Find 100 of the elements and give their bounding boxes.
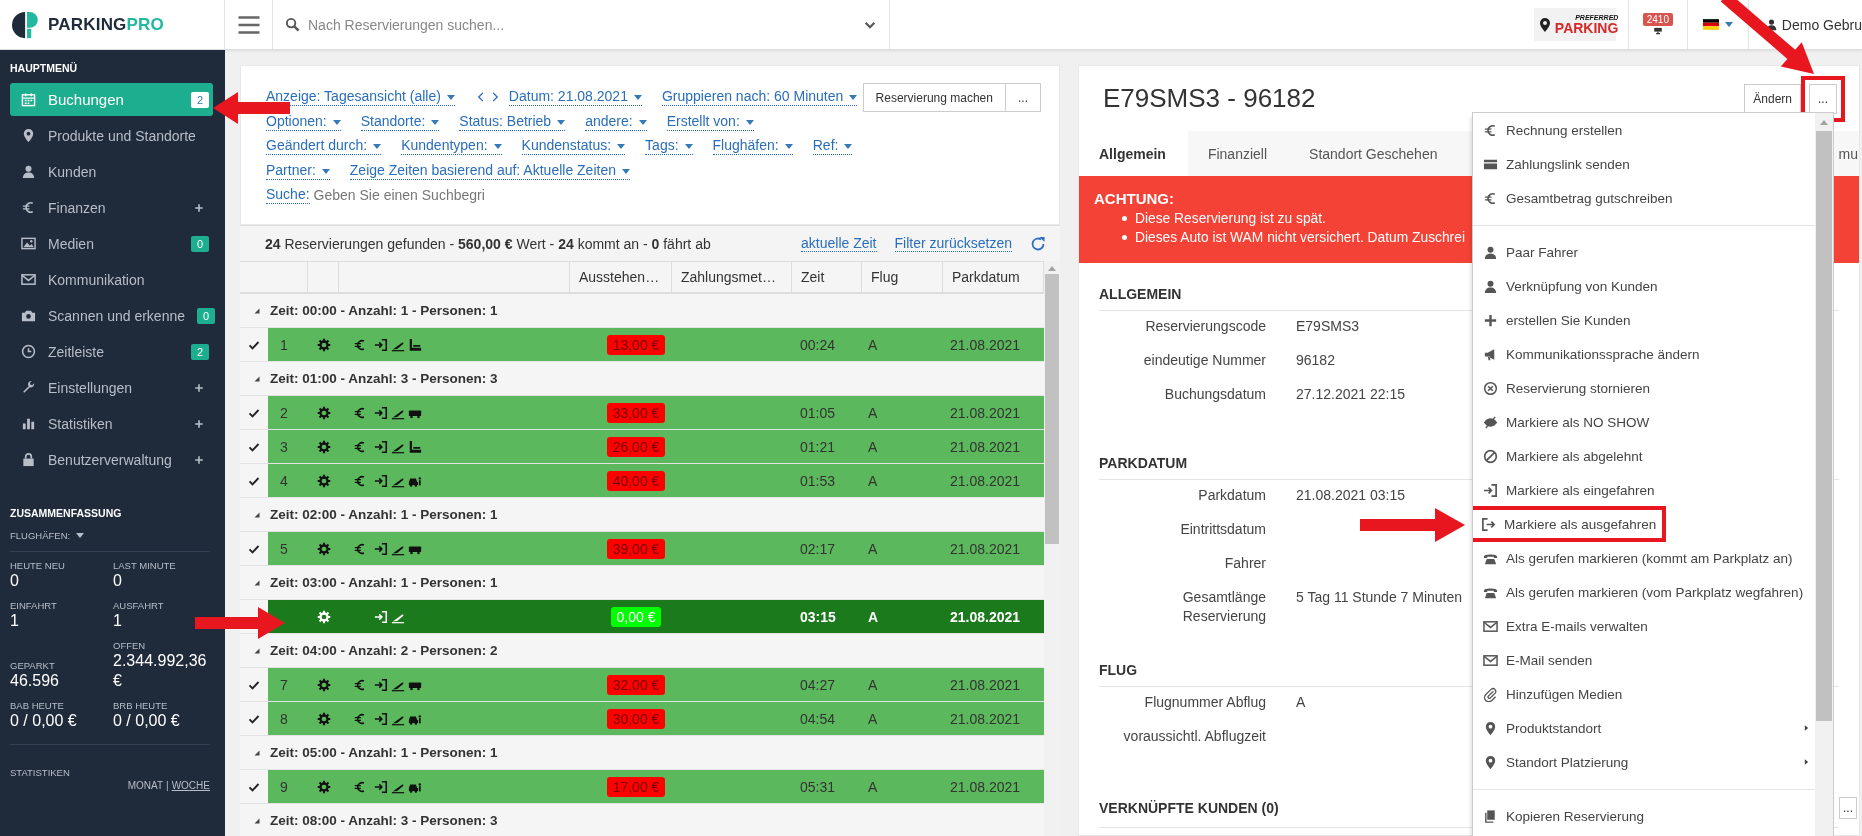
airport-filter[interactable]: FLUGHÄFEN:: [10, 530, 71, 541]
menu-item[interactable]: Extra E-mails verwalten: [1473, 609, 1815, 643]
filter-dropdown[interactable]: Kundentypen:: [401, 137, 502, 156]
sidebar-item[interactable]: Medien 0: [10, 227, 213, 260]
sidebar-item[interactable]: Statistiken: [10, 407, 213, 440]
menu-item[interactable]: Markiere als ausgefahren: [1473, 510, 1661, 538]
menu-item[interactable]: Kommunikationssprache ändern: [1473, 337, 1815, 371]
edit-button[interactable]: Ändern: [1744, 83, 1801, 114]
sidebar-label: Medien: [48, 235, 95, 252]
menu-item[interactable]: erstellen Sie Kunden: [1473, 303, 1815, 337]
settings-icon[interactable]: [316, 541, 331, 556]
menu-item[interactable]: Produktstandort: [1473, 711, 1815, 745]
more-button[interactable]: ...: [1809, 83, 1837, 114]
reservation-row[interactable]: 7 32,00 € 04:27 A 21.08.2021: [268, 668, 1044, 701]
filter-dropdown[interactable]: Erstellt von:: [666, 112, 754, 131]
sidebar-label: Produkte und Standorte: [48, 127, 197, 144]
menu-item[interactable]: Markiere als NO SHOW: [1473, 405, 1815, 439]
menu-item[interactable]: Kopieren Reservierung: [1473, 799, 1815, 833]
search-field[interactable]: Nach Reservierungen suchen...: [306, 15, 857, 34]
tab[interactable]: Allgemein: [1079, 131, 1188, 176]
menu-item[interactable]: Rechnung erstellen: [1473, 113, 1815, 147]
sidebar-item[interactable]: Finanzen: [10, 191, 213, 224]
menu-item[interactable]: Verknüpfung von Kunden: [1473, 269, 1815, 303]
filter-dropdown[interactable]: Gruppieren nach: 60 Minuten: [661, 88, 858, 107]
menu-item[interactable]: Markiere als eingefahren: [1473, 473, 1815, 507]
more-button[interactable]: ...: [1839, 797, 1857, 819]
settings-icon[interactable]: [316, 677, 331, 692]
menu-item[interactable]: Standort Platzierung: [1473, 745, 1815, 779]
filter-dropdown[interactable]: Datum: 21.08.2021: [508, 88, 642, 107]
filter-dropdown[interactable]: andere:: [585, 112, 647, 131]
filter-dropdown[interactable]: Zeige Zeiten basierend auf: Aktuelle Zeiten: [349, 161, 630, 180]
menu-item[interactable]: Zahlungslink senden: [1473, 147, 1815, 181]
text-link[interactable]: Filter zurücksetzen: [894, 235, 1012, 252]
menu-item[interactable]: Markiere als abgelehnt: [1473, 439, 1815, 473]
sidebar-item[interactable]: Benutzerverwaltung: [10, 443, 213, 476]
menu-item[interactable]: Paar Fahrer: [1473, 235, 1815, 269]
menu-item[interactable]: E-Mail senden: [1473, 643, 1815, 677]
period-link[interactable]: MONAT: [127, 779, 164, 791]
tab[interactable]: Standort Geschehen: [1289, 131, 1460, 176]
sidebar-item[interactable]: Zeitleiste 2: [10, 335, 213, 368]
tab[interactable]: Finanziell: [1187, 131, 1290, 176]
notification-badge[interactable]: 2410: [1642, 13, 1673, 26]
user-name[interactable]: Demo Gebru: [1781, 16, 1862, 33]
filter-dropdown[interactable]: Tags:: [645, 137, 693, 156]
alert-message: Diese Reservierung ist zu spät.: [1135, 210, 1326, 228]
sidebar-item[interactable]: Einstellungen: [10, 371, 213, 404]
sign-in-icon: [374, 473, 388, 488]
tab[interactable]: mu: [1838, 131, 1859, 176]
filter-dropdown[interactable]: Status: Betrieb: [459, 112, 566, 131]
german-flag-icon[interactable]: [1702, 19, 1719, 30]
amount-badge: 13,00 €: [606, 334, 666, 355]
filter-dropdown[interactable]: Standorte:: [360, 112, 440, 131]
filter-dropdown[interactable]: Geändert durch:: [266, 137, 382, 156]
sign-in-icon: [1483, 482, 1498, 498]
sidebar-item[interactable]: Buchungen 2: [10, 83, 213, 116]
text-link[interactable]: aktuelle Zeit: [801, 235, 877, 252]
settings-icon[interactable]: [316, 711, 331, 726]
column-header[interactable]: Zeit: [792, 262, 862, 292]
scrollbar[interactable]: [1815, 113, 1833, 836]
sidebar-item[interactable]: Kunden: [10, 155, 213, 188]
menu-item[interactable]: Als gerufen markieren (kommt am Parkplatz an): [1473, 541, 1815, 575]
euro-icon: [353, 779, 367, 794]
reservation-row[interactable]: 3 26,00 € 01:21 A 21.08.2021: [268, 430, 1044, 463]
search-icon: [285, 17, 300, 32]
settings-icon[interactable]: [316, 439, 331, 454]
reservation-row[interactable]: 8 30,00 € 04:54 A 21.08.2021: [268, 702, 1044, 735]
reservation-row[interactable]: 5 39,00 € 02:17 A 21.08.2021: [268, 532, 1044, 565]
filter-dropdown[interactable]: Flughäfen:: [712, 137, 793, 156]
settings-icon[interactable]: [316, 779, 331, 794]
settings-icon[interactable]: [316, 337, 331, 352]
table-cell: A: [868, 336, 878, 353]
settings-icon[interactable]: [316, 405, 331, 420]
sidebar-item[interactable]: Scannen und erkenne 0: [10, 299, 213, 332]
reservation-row[interactable]: 2 33,00 € 01:05 A 21.08.2021: [268, 396, 1044, 429]
more-button[interactable]: ...: [1006, 83, 1041, 112]
column-header[interactable]: Ausstehen…: [570, 262, 672, 292]
table-cell: 21.08.2021: [950, 336, 1021, 353]
reservation-row[interactable]: 4 40,00 € 01:53 A 21.08.2021: [268, 464, 1044, 497]
column-header[interactable]: Flug: [862, 262, 943, 292]
settings-icon[interactable]: [316, 473, 331, 488]
menu-item[interactable]: Reservierung stornieren: [1473, 371, 1815, 405]
reservation-row[interactable]: 0,00 € 03:15 A 21.08.2021: [268, 600, 1044, 633]
refresh-icon[interactable]: [1030, 235, 1046, 252]
sidebar-item[interactable]: Produkte und Standorte: [10, 119, 213, 152]
column-header[interactable]: Zahlungsmet…: [672, 262, 792, 292]
menu-item[interactable]: Als gerufen markieren (vom Parkplatz wegfahren): [1473, 575, 1815, 609]
reservation-row[interactable]: 9 17,00 € 05:31 A 21.08.2021: [268, 770, 1044, 803]
reservation-row[interactable]: 1 13,00 € 00:24 A 21.08.2021: [268, 328, 1044, 361]
menu-item[interactable]: Hinzufügen Medien: [1473, 677, 1815, 711]
location-pin-icon: [21, 128, 36, 143]
filter-dropdown[interactable]: Ref:: [812, 137, 853, 156]
menu-item[interactable]: Gesamtbetrag gutschreiben: [1473, 181, 1815, 215]
stat-label: AUSFAHRT: [113, 600, 165, 612]
euro-icon: [353, 405, 367, 420]
menu-button[interactable]: [225, 0, 273, 49]
create-reservation-button[interactable]: Reservierung machen: [862, 83, 1006, 112]
sidebar-item[interactable]: Kommunikation: [10, 263, 213, 296]
period-link[interactable]: WOCHE: [171, 779, 210, 791]
filter-dropdown[interactable]: Partner:: [266, 161, 330, 180]
filter-dropdown[interactable]: Kundenstatus:: [521, 137, 626, 156]
